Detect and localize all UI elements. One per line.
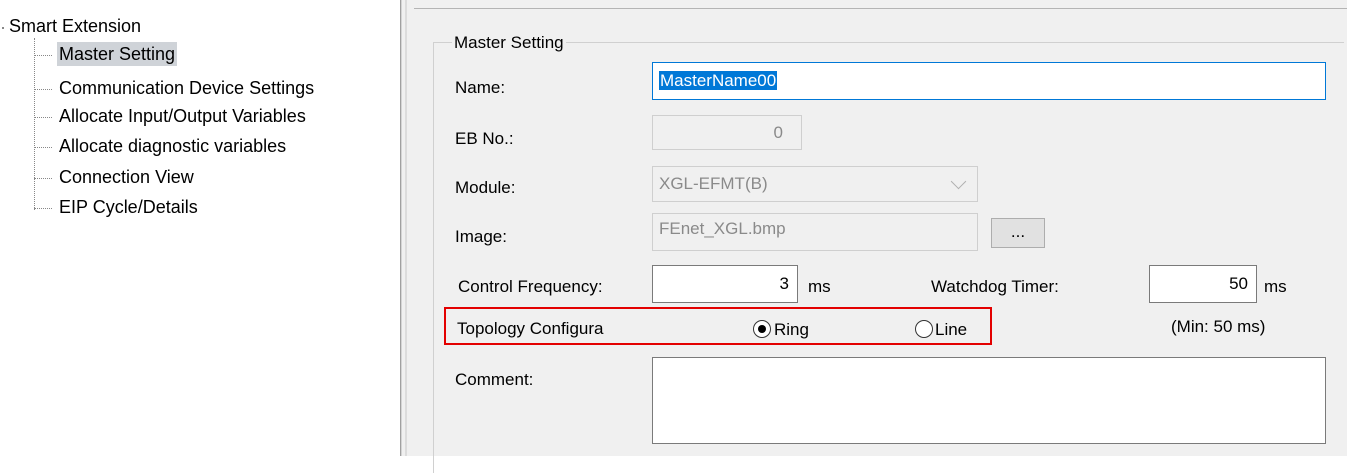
- name-label: Name:: [455, 78, 506, 97]
- tree-item-label: Allocate Input/Output Variables: [59, 106, 306, 126]
- module-select[interactable]: XGL-EFMT(B): [652, 166, 978, 202]
- tree-item-allocate-io-variables[interactable]: Allocate Input/Output Variables: [34, 104, 308, 128]
- control-frequency-unit: ms: [808, 277, 831, 296]
- watchdog-timer-label: Watchdog Timer:: [931, 277, 1059, 296]
- chevron-down-icon: [950, 173, 967, 190]
- watchdog-timer-input[interactable]: 50: [1149, 265, 1257, 303]
- topology-label: Topology Configura: [457, 319, 604, 338]
- tree-connector: [34, 177, 52, 179]
- module-label: Module:: [455, 178, 516, 197]
- control-frequency-label: Control Frequency:: [458, 277, 603, 296]
- image-value: FEnet_XGL.bmp: [659, 219, 786, 238]
- eb-no-value: 0: [773, 123, 783, 142]
- control-frequency-input[interactable]: 3: [652, 265, 798, 303]
- tree-panel: Smart Extension Master Setting Communica…: [0, 0, 401, 456]
- tree-item-communication-device-settings[interactable]: Communication Device Settings: [34, 76, 316, 100]
- tree-item-label: Master Setting: [57, 42, 178, 66]
- form-top-border: [414, 8, 1347, 9]
- eb-no-input[interactable]: 0: [652, 115, 802, 150]
- tree-connector: [34, 146, 52, 148]
- tree-root-smart-extension[interactable]: Smart Extension: [7, 14, 143, 38]
- name-input[interactable]: MasterName00: [652, 62, 1326, 100]
- module-value: XGL-EFMT(B): [659, 174, 768, 193]
- tree-item-label: Allocate diagnostic variables: [59, 136, 287, 156]
- image-input[interactable]: FEnet_XGL.bmp: [652, 213, 978, 251]
- tree-item-label: EIP Cycle/Details: [59, 197, 198, 217]
- tree-item-connection-view[interactable]: Connection View: [34, 165, 196, 189]
- image-browse-button[interactable]: ...: [991, 218, 1045, 248]
- comment-textarea[interactable]: [652, 357, 1326, 444]
- panel-splitter[interactable]: [401, 0, 415, 456]
- comment-label: Comment:: [455, 370, 534, 389]
- group-title: Master Setting: [452, 33, 566, 53]
- tree-connector: [34, 207, 52, 209]
- control-frequency-value: 3: [779, 274, 789, 293]
- radio-ring-label[interactable]: Ring: [774, 320, 809, 340]
- tree-item-label: Communication Device Settings: [59, 78, 315, 98]
- tree-item-master-setting[interactable]: Master Setting: [34, 42, 178, 66]
- watchdog-timer-hint: (Min: 50 ms): [1171, 317, 1266, 336]
- tree-item-label: Connection View: [59, 167, 194, 187]
- tree-connector: [34, 116, 52, 118]
- radio-line-circle[interactable]: [915, 320, 933, 338]
- name-input-value: MasterName00: [659, 71, 778, 90]
- watchdog-timer-unit: ms: [1264, 277, 1287, 296]
- eb-no-label: EB No.:: [455, 129, 514, 148]
- tree-root-label: Smart Extension: [9, 16, 142, 36]
- watchdog-timer-value: 50: [1229, 274, 1248, 293]
- radio-ring-circle[interactable]: [753, 320, 771, 338]
- tree-connector: [34, 54, 52, 56]
- tree-connector: [34, 88, 52, 90]
- tree-item-allocate-diagnostic-variables[interactable]: Allocate diagnostic variables: [34, 134, 288, 158]
- radio-line-label[interactable]: Line: [935, 320, 967, 340]
- image-label: Image:: [455, 227, 507, 246]
- tree-item-eip-cycle-details[interactable]: EIP Cycle/Details: [34, 195, 200, 219]
- tree-root-connector: [2, 27, 4, 29]
